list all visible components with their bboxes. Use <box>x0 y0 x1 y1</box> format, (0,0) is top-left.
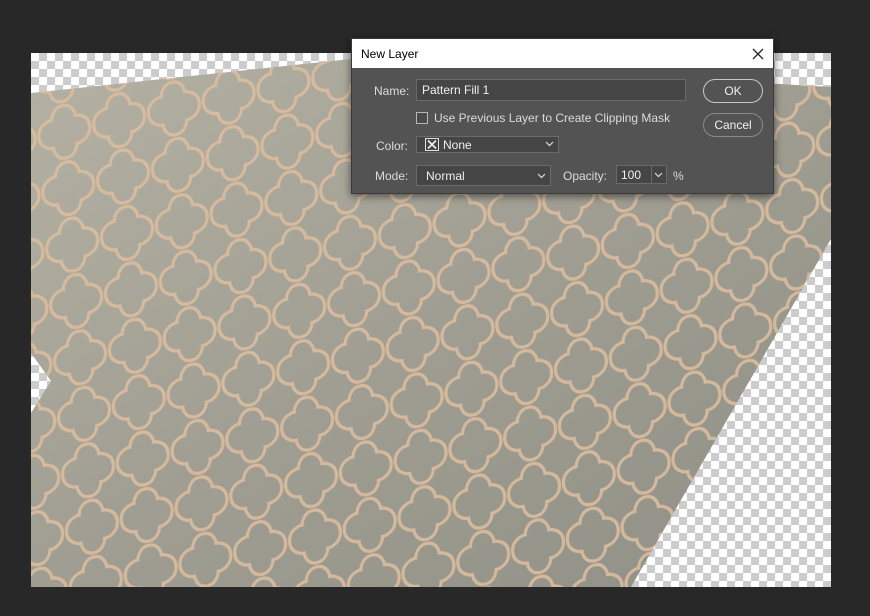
ok-button[interactable]: OK <box>703 79 763 103</box>
opacity-label: Opacity: <box>563 169 608 183</box>
close-button[interactable] <box>747 43 769 64</box>
chevron-down-icon <box>537 169 546 186</box>
color-dropdown[interactable]: None <box>416 136 559 153</box>
mode-dropdown[interactable]: Normal <box>416 165 551 186</box>
close-icon <box>752 48 764 59</box>
opacity-input[interactable]: 100 <box>616 165 667 184</box>
cancel-label: Cancel <box>714 118 752 132</box>
chevron-down-icon <box>654 172 663 178</box>
color-label: Color: <box>376 139 409 153</box>
dialog-title: New Layer <box>361 47 419 61</box>
name-value: Pattern Fill 1 <box>422 83 490 97</box>
ok-label: OK <box>724 84 742 98</box>
opacity-dropdown-button[interactable] <box>651 166 666 183</box>
clipping-mask-checkbox[interactable] <box>416 112 428 124</box>
x-swatch-icon <box>425 138 439 151</box>
mode-value: Normal <box>426 169 465 183</box>
opacity-unit: % <box>673 169 684 183</box>
cancel-button[interactable]: Cancel <box>703 113 763 137</box>
color-value: None <box>443 138 472 152</box>
clipping-mask-label[interactable]: Use Previous Layer to Create Clipping Ma… <box>434 111 670 125</box>
name-input[interactable]: Pattern Fill 1 <box>416 79 686 101</box>
mode-label: Mode: <box>375 169 409 183</box>
chevron-down-icon <box>545 137 554 154</box>
new-layer-dialog: New Layer Name: Pattern Fill 1 OK Cancel… <box>351 38 774 194</box>
opacity-value: 100 <box>621 168 642 182</box>
name-label: Name: <box>374 84 410 98</box>
dialog-titlebar[interactable]: New Layer <box>352 39 773 68</box>
